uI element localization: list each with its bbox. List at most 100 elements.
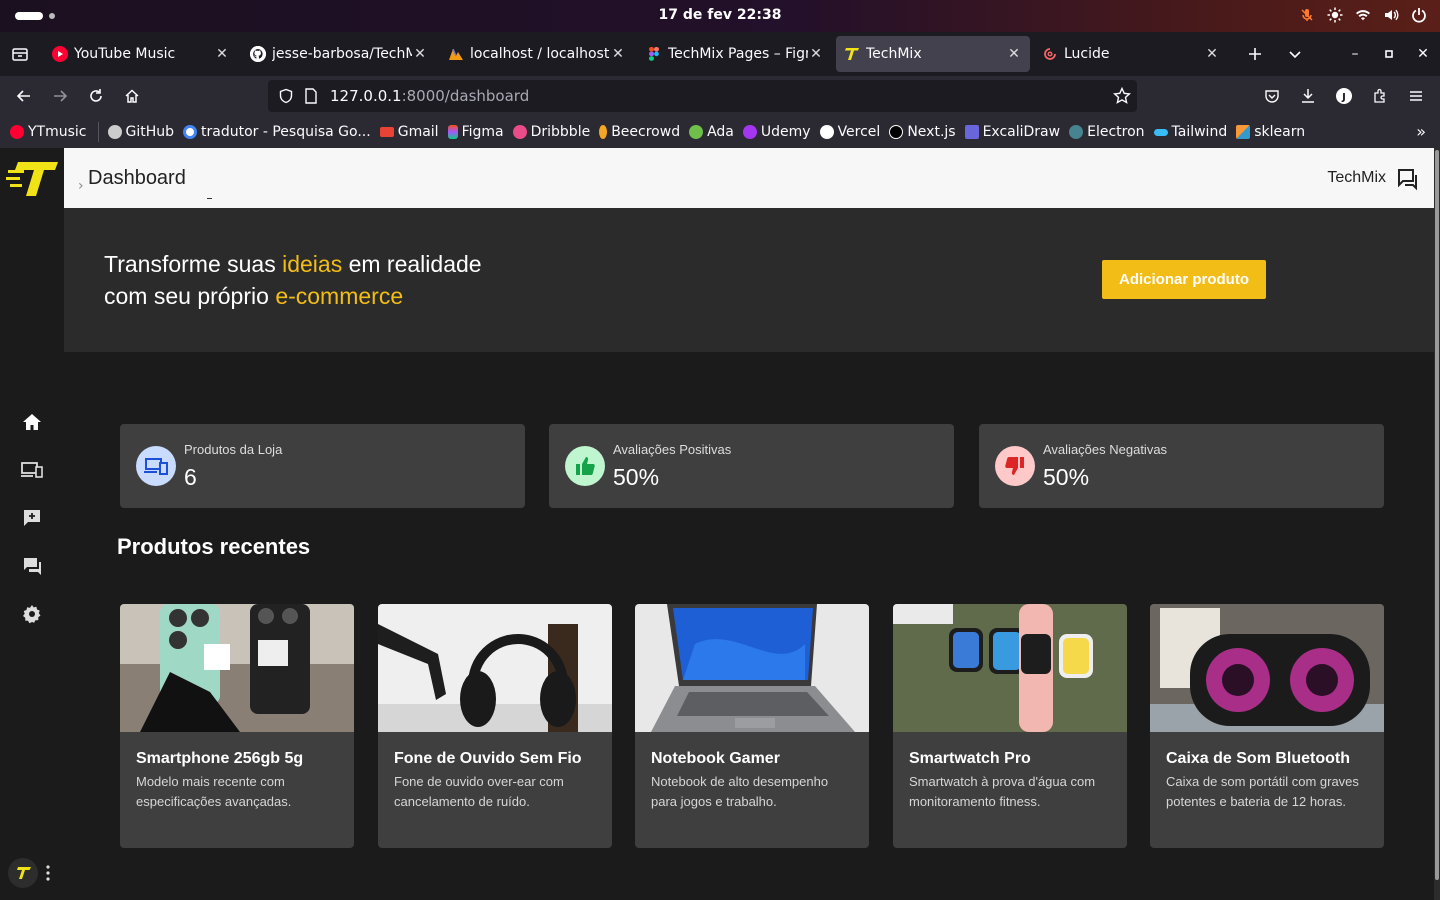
- more-bookmarks-icon[interactable]: »: [1416, 122, 1426, 141]
- bookmark-label: tradutor - Pesquisa Go...: [201, 124, 371, 140]
- sidebar-item-reviews[interactable]: [0, 494, 64, 542]
- gmail-icon: [379, 127, 394, 137]
- downloads-button[interactable]: [1292, 80, 1324, 112]
- url-host: 127.0.0.1: [330, 87, 402, 105]
- maximize-button[interactable]: [1372, 46, 1406, 62]
- bookmark-github[interactable]: GitHub: [107, 124, 174, 140]
- avatar[interactable]: [8, 858, 38, 888]
- tab-youtube-music[interactable]: YouTube Music ✕: [44, 36, 238, 72]
- product-name: Smartwatch Pro: [909, 750, 1031, 767]
- bookmark-tradutor[interactable]: tradutor - Pesquisa Go...: [183, 124, 371, 140]
- techmix-logo[interactable]: [0, 148, 64, 208]
- vercel-icon: [819, 125, 834, 139]
- scrollbar-thumb[interactable]: [1435, 150, 1439, 880]
- shield-icon[interactable]: [278, 88, 294, 104]
- system-tray[interactable]: [1298, 6, 1428, 24]
- product-card[interactable]: Caixa de Som Bluetooth Caixa de som port…: [1150, 604, 1384, 848]
- breadcrumb-chevron-icon: ›: [78, 178, 84, 194]
- sidebar-item-products[interactable]: [0, 446, 64, 494]
- close-window-button[interactable]: ✕: [1406, 46, 1440, 62]
- bookmark-ytmusic[interactable]: YTmusic: [10, 124, 87, 140]
- page-scrollbar[interactable]: [1434, 148, 1440, 900]
- bookmark-label: YTmusic: [28, 124, 87, 140]
- bookmark-gmail[interactable]: Gmail: [379, 124, 439, 140]
- add-product-button[interactable]: Adicionar produto: [1102, 260, 1266, 299]
- bookmark-excalidraw[interactable]: ExcaliDraw: [964, 124, 1060, 140]
- reload-button[interactable]: [78, 80, 114, 112]
- bookmark-nextjs[interactable]: Next.js: [889, 124, 956, 140]
- techmix-icon: [844, 46, 860, 62]
- os-clock[interactable]: 17 de fev 22:38: [0, 7, 1440, 23]
- tab-close-icon[interactable]: ✕: [1006, 46, 1022, 62]
- tab-close-icon[interactable]: ✕: [610, 46, 626, 62]
- bookmark-sklearn[interactable]: sklearn: [1236, 124, 1305, 140]
- tab-title: YouTube Music: [74, 46, 176, 62]
- github-icon: [250, 46, 266, 62]
- bookmark-label: Udemy: [760, 124, 811, 140]
- tab-figma[interactable]: TechMix Pages – Figm ✕: [638, 36, 832, 72]
- product-card[interactable]: Notebook Gamer Notebook de alto desempen…: [635, 604, 869, 848]
- hero-banner: Transforme suas ideias em realidade com …: [64, 208, 1434, 352]
- devices-icon: [21, 462, 43, 478]
- bookmark-label: Beecrowd: [611, 124, 681, 140]
- tab-close-icon[interactable]: ✕: [808, 46, 824, 62]
- messages-icon[interactable]: [1396, 167, 1420, 191]
- bookmark-dribbble[interactable]: Dribbble: [512, 124, 591, 140]
- forward-button[interactable]: [42, 80, 78, 112]
- bookmark-tailwind[interactable]: Tailwind: [1153, 124, 1227, 140]
- tab-title: TechMix Pages – Figm: [668, 46, 808, 62]
- github-icon: [107, 125, 122, 139]
- stat-card-positive: Avaliações Positivas 50%: [549, 424, 954, 508]
- bookmark-star-icon[interactable]: [1113, 87, 1131, 105]
- url-path: :8000/dashboard: [401, 87, 530, 105]
- product-card[interactable]: Smartphone 256gb 5g Modelo mais recente …: [120, 604, 354, 848]
- title-underline: [207, 198, 212, 199]
- home-button[interactable]: [114, 80, 150, 112]
- extensions-button[interactable]: [1364, 80, 1396, 112]
- browser-tab-strip: YouTube Music ✕ jesse-barbosa/TechM ✕ lo…: [0, 32, 1440, 76]
- tab-overview-button[interactable]: [0, 32, 40, 76]
- minimize-button[interactable]: –: [1338, 46, 1372, 62]
- tab-github[interactable]: jesse-barbosa/TechM ✕: [242, 36, 436, 72]
- product-card[interactable]: Fone de Ouvido Sem Fio Fone de ouvido ov…: [378, 604, 612, 848]
- header-brand[interactable]: TechMix: [1327, 169, 1386, 187]
- tab-localhost[interactable]: localhost / localhost / ✕: [440, 36, 634, 72]
- hero-text: em realidade: [342, 251, 482, 277]
- bookmark-electron[interactable]: Electron: [1069, 124, 1145, 140]
- maximize-icon: [1385, 50, 1393, 58]
- bookmark-label: Vercel: [837, 124, 881, 140]
- bookmark-figma[interactable]: Figma: [447, 124, 504, 140]
- url-bar[interactable]: 127.0.0.1:8000/dashboard: [268, 80, 1137, 112]
- product-description: Notebook de alto desempenho para jogos e…: [651, 774, 829, 809]
- tab-close-icon[interactable]: ✕: [412, 46, 428, 62]
- menu-button[interactable]: [1400, 80, 1432, 112]
- sidebar-item-home[interactable]: [0, 398, 64, 446]
- power-icon: [1410, 6, 1428, 24]
- activities-indicator[interactable]: [15, 12, 43, 20]
- product-card[interactable]: Smartwatch Pro Smartwatch à prova d'água…: [893, 604, 1127, 848]
- youtube-music-icon: [52, 46, 68, 62]
- bookmark-ada[interactable]: Ada: [689, 124, 734, 140]
- more-vertical-icon[interactable]: [46, 865, 50, 881]
- sidebar-item-messages[interactable]: [0, 542, 64, 590]
- figma-icon: [646, 46, 662, 62]
- tab-lucide[interactable]: Lucide ✕: [1034, 36, 1228, 72]
- workspace-dot: [49, 13, 55, 19]
- sidebar-item-settings[interactable]: [0, 590, 64, 638]
- new-tab-button[interactable]: [1240, 39, 1270, 69]
- tab-close-icon[interactable]: ✕: [1204, 46, 1220, 62]
- account-button[interactable]: J: [1328, 80, 1360, 112]
- wifi-icon: [1354, 6, 1372, 24]
- list-all-tabs-button[interactable]: [1280, 39, 1310, 69]
- tab-title: jesse-barbosa/TechM: [272, 46, 412, 62]
- bookmark-label: Dribbble: [530, 124, 591, 140]
- bookmark-vercel[interactable]: Vercel: [819, 124, 881, 140]
- bookmark-udemy[interactable]: Udemy: [742, 124, 811, 140]
- pocket-button[interactable]: [1256, 80, 1288, 112]
- page-info-icon[interactable]: [304, 88, 318, 104]
- bookmark-beecrowd[interactable]: Beecrowd: [599, 124, 680, 140]
- tab-techmix[interactable]: TechMix ✕: [836, 36, 1030, 72]
- tab-close-icon[interactable]: ✕: [214, 46, 230, 62]
- back-button[interactable]: [6, 80, 42, 112]
- product-image: [120, 604, 354, 732]
